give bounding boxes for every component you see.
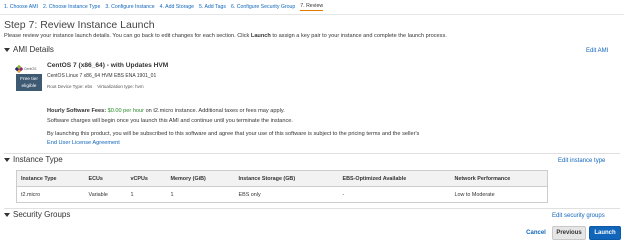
step-add-tags[interactable]: 5. Add Tags — [199, 4, 226, 10]
column-header: Instance Storage (GB) — [234, 170, 339, 187]
edit-ami-link[interactable]: Edit AMI — [586, 48, 608, 54]
instance-type-heading: Instance Type — [13, 155, 63, 164]
ami-root-device: Root Device Type: ebs Virtualization type… — [47, 84, 144, 89]
step-choose-instance-type[interactable]: 2. Choose Instance Type — [43, 4, 100, 10]
edit-instance-type-link[interactable]: Edit instance type — [558, 158, 605, 164]
column-header: Network Performance — [450, 170, 548, 187]
step-configure-instance[interactable]: 3. Configure Instance — [105, 4, 154, 10]
section-divider — [4, 208, 620, 209]
table-cell: t2.micro — [16, 186, 85, 203]
collapse-triangle-icon[interactable] — [4, 212, 10, 217]
security-groups-heading: Security Groups — [13, 210, 71, 219]
column-header: Instance Type — [16, 170, 85, 187]
column-header: EBS-Optimized Available — [338, 170, 451, 187]
cancel-button[interactable]: Cancel — [523, 226, 549, 240]
table-cell: Low to Moderate — [450, 186, 548, 203]
ami-details-heading: AMI Details — [13, 45, 54, 54]
table-cell: EBS only — [234, 186, 339, 203]
ami-name: CentOS 7 (x86_64) - with Updates HVM — [47, 62, 169, 69]
step-choose-ami[interactable]: 1. Choose AMI — [4, 4, 38, 10]
security-groups-header[interactable]: Security Groups — [4, 210, 70, 219]
software-charges-note: Software charges will begin once you lau… — [47, 118, 293, 124]
table-cell: - — [338, 186, 451, 203]
step-add-storage[interactable]: 4. Add Storage — [160, 4, 194, 10]
centos-logo-icon — [14, 64, 24, 73]
table-header-row: Instance Type ECUs vCPUs Memory (GiB) In… — [16, 170, 548, 187]
ami-details-header[interactable]: AMI Details — [4, 45, 54, 54]
launch-button[interactable]: Launch — [589, 226, 621, 240]
eula-link[interactable]: End User License Agreement — [47, 140, 120, 146]
centos-logo: CentOS — [14, 64, 42, 73]
step-review[interactable]: 7. Review — [300, 3, 324, 11]
collapse-triangle-icon[interactable] — [4, 47, 10, 52]
step-configure-security-group[interactable]: 6. Configure Security Group — [231, 4, 295, 10]
subscribe-note: By launching this product, you will be s… — [47, 131, 420, 137]
wizard-steps: 1. Choose AMI 2. Choose Instance Type 3.… — [0, 0, 624, 15]
table-row[interactable]: t2.micro Variable 1 1 EBS only - Low to … — [16, 186, 548, 203]
column-header: ECUs — [84, 170, 127, 187]
page-title: Step 7: Review Instance Launch — [4, 19, 155, 31]
instance-type-table: Instance Type ECUs vCPUs Memory (GiB) In… — [16, 170, 548, 203]
table-cell: 1 — [166, 186, 235, 203]
free-tier-badge: Free tier eligible — [16, 74, 42, 91]
previous-button[interactable]: Previous — [552, 226, 586, 240]
edit-security-groups-link[interactable]: Edit security groups — [552, 213, 605, 219]
column-header: vCPUs — [126, 170, 167, 187]
table-cell: 1 — [126, 186, 167, 203]
intro-text: Please review your instance launch detai… — [4, 33, 447, 39]
column-header: Memory (GiB) — [166, 170, 235, 187]
section-divider — [4, 153, 620, 154]
hourly-fees: Hourly Software Fees: $0.00 per hour on … — [47, 108, 285, 114]
instance-type-header[interactable]: Instance Type — [4, 155, 63, 164]
ami-description: CentOS Linux 7 x86_64 HVM EBS ENA 1901_0… — [47, 73, 157, 79]
table-cell: Variable — [84, 186, 127, 203]
collapse-triangle-icon[interactable] — [4, 157, 10, 162]
